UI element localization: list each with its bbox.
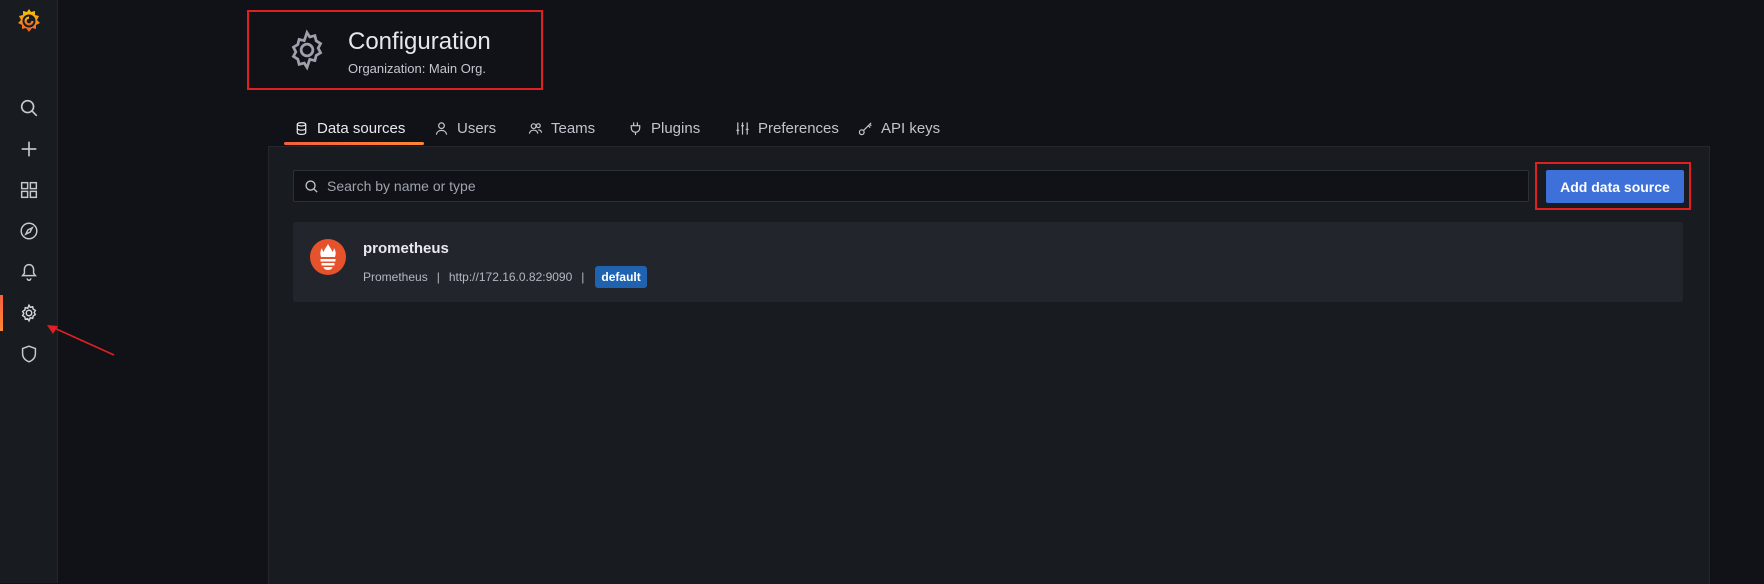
user-icon xyxy=(435,121,448,135)
tab-label: Preferences xyxy=(758,119,839,137)
tab-label: Users xyxy=(457,119,497,137)
datasource-type: Prometheus xyxy=(363,270,428,284)
annotation-arrow xyxy=(47,325,115,356)
gear-icon xyxy=(21,303,36,323)
datasource-card[interactable]: prometheus Prometheus | http://172.16.0.… xyxy=(293,222,1683,302)
sidebar-item-alerting[interactable] xyxy=(0,252,57,292)
datasource-meta: Prometheus | http://172.16.0.82:9090 | d… xyxy=(363,266,647,288)
plus-icon xyxy=(21,141,36,157)
dashboards-icon xyxy=(20,181,37,199)
sidebar-item-dashboards[interactable] xyxy=(0,170,57,210)
tab-label: API keys xyxy=(881,119,941,137)
tab-label: Teams xyxy=(551,119,596,137)
tab-users[interactable]: Users xyxy=(434,112,496,144)
sidebar-item-search[interactable] xyxy=(0,88,57,128)
separator: | xyxy=(436,270,440,284)
search-icon xyxy=(20,99,37,117)
bell-icon xyxy=(20,263,37,281)
tab-label: Plugins xyxy=(651,119,701,137)
search-field[interactable] xyxy=(293,170,1529,202)
sidebar xyxy=(0,0,58,583)
users-icon xyxy=(528,122,543,134)
database-icon xyxy=(296,121,307,135)
separator: | xyxy=(581,270,585,284)
search-icon xyxy=(305,179,318,193)
active-tab-indicator xyxy=(284,142,424,145)
shield-icon xyxy=(21,345,36,363)
prometheus-logo xyxy=(310,239,346,275)
sidebar-item-explore[interactable] xyxy=(0,211,57,251)
datasource-url: http://172.16.0.82:9090 xyxy=(448,270,573,284)
sidebar-item-create[interactable] xyxy=(0,129,57,169)
content-panel xyxy=(268,146,1710,584)
tab-data-sources[interactable]: Data sources xyxy=(294,112,405,144)
grafana-logo[interactable] xyxy=(14,6,44,36)
page-subtitle: Organization: Main Org. xyxy=(348,61,487,76)
search-input[interactable] xyxy=(325,177,1528,195)
gear-icon xyxy=(291,29,323,71)
compass-icon xyxy=(19,222,38,240)
add-data-source-button[interactable]: Add data source xyxy=(1546,170,1684,203)
default-badge: default xyxy=(595,266,647,288)
key-icon xyxy=(858,121,872,135)
tab-teams[interactable]: Teams xyxy=(528,112,595,144)
tab-label: Data sources xyxy=(317,119,406,137)
tab-preferences[interactable]: Preferences xyxy=(735,112,839,144)
plug-icon xyxy=(630,121,641,135)
datasource-name[interactable]: prometheus xyxy=(363,240,449,257)
tab-api-keys[interactable]: API keys xyxy=(858,112,940,144)
page-title: Configuration xyxy=(348,28,491,55)
sliders-icon xyxy=(736,121,749,135)
tab-plugins[interactable]: Plugins xyxy=(628,112,700,144)
